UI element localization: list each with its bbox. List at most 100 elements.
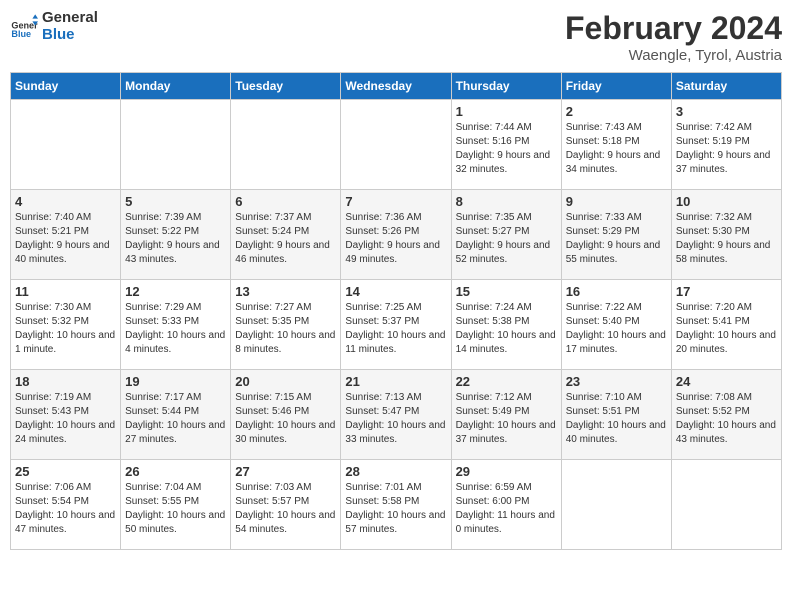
day-number: 4 (15, 194, 116, 209)
day-number: 26 (125, 464, 226, 479)
calendar-week-row: 1 Sunrise: 7:44 AMSunset: 5:16 PMDaylight… (11, 100, 782, 190)
location-title: Waengle, Tyrol, Austria (565, 47, 782, 64)
day-info: Sunrise: 7:43 AMSunset: 5:18 PMDaylight:… (566, 121, 667, 177)
calendar-cell: 26 Sunrise: 7:04 AMSunset: 5:55 PMDayligh… (121, 460, 231, 550)
day-number: 20 (235, 374, 336, 389)
day-number: 11 (15, 284, 116, 299)
day-info: Sunrise: 7:08 AMSunset: 5:52 PMDaylight:… (676, 391, 777, 447)
day-number: 12 (125, 284, 226, 299)
day-number: 2 (566, 104, 667, 119)
day-info: Sunrise: 7:42 AMSunset: 5:19 PMDaylight:… (676, 121, 777, 177)
day-number: 29 (456, 464, 557, 479)
day-number: 24 (676, 374, 777, 389)
calendar-cell (561, 460, 671, 550)
day-info: Sunrise: 7:24 AMSunset: 5:38 PMDaylight:… (456, 301, 557, 357)
logo-icon: General Blue (10, 13, 38, 41)
day-number: 27 (235, 464, 336, 479)
calendar-table: SundayMondayTuesdayWednesdayThursdayFrid… (10, 72, 782, 550)
logo-line1: General (42, 10, 98, 27)
calendar-cell: 29 Sunrise: 6:59 AMSunset: 6:00 PMDayligh… (451, 460, 561, 550)
day-number: 22 (456, 374, 557, 389)
calendar-cell: 28Sunrise: 7:01 AMSunset: 5:58 PMDayligh… (341, 460, 451, 550)
day-info: Sunrise: 7:04 AMSunset: 5:55 PMDaylight:… (125, 481, 226, 537)
day-number: 3 (676, 104, 777, 119)
calendar-cell: 4 Sunrise: 7:40 AMSunset: 5:21 PMDaylight… (11, 190, 121, 280)
day-header: Wednesday (341, 73, 451, 100)
day-number: 16 (566, 284, 667, 299)
calendar-cell: 20 Sunrise: 7:15 AMSunset: 5:46 PMDayligh… (231, 370, 341, 460)
calendar-week-row: 4 Sunrise: 7:40 AMSunset: 5:21 PMDaylight… (11, 190, 782, 280)
day-info: Sunrise: 7:27 AMSunset: 5:35 PMDaylight:… (235, 301, 336, 357)
day-info: Sunrise: 6:59 AMSunset: 6:00 PMDaylight:… (456, 481, 557, 537)
day-info: Sunrise: 7:15 AMSunset: 5:46 PMDaylight:… (235, 391, 336, 447)
calendar-cell: 21 Sunrise: 7:13 AMSunset: 5:47 PMDayligh… (341, 370, 451, 460)
calendar-week-row: 11 Sunrise: 7:30 AMSunset: 5:32 PMDayligh… (11, 280, 782, 370)
calendar-cell: 10 Sunrise: 7:32 AMSunset: 5:30 PMDayligh… (671, 190, 781, 280)
day-number: 6 (235, 194, 336, 209)
day-info: Sunrise: 7:35 AMSunset: 5:27 PMDaylight:… (456, 211, 557, 267)
day-info: Sunrise: 7:44 AMSunset: 5:16 PMDaylight:… (456, 121, 557, 177)
calendar-cell: 8 Sunrise: 7:35 AMSunset: 5:27 PMDaylight… (451, 190, 561, 280)
calendar-cell: 9 Sunrise: 7:33 AMSunset: 5:29 PMDaylight… (561, 190, 671, 280)
day-number: 8 (456, 194, 557, 209)
day-number: 23 (566, 374, 667, 389)
day-header: Saturday (671, 73, 781, 100)
day-header: Monday (121, 73, 231, 100)
calendar-cell (121, 100, 231, 190)
calendar-cell: 22 Sunrise: 7:12 AMSunset: 5:49 PMDayligh… (451, 370, 561, 460)
day-header: Friday (561, 73, 671, 100)
calendar-body: 1 Sunrise: 7:44 AMSunset: 5:16 PMDaylight… (11, 100, 782, 550)
calendar-cell: 5Sunrise: 7:39 AMSunset: 5:22 PMDaylight… (121, 190, 231, 280)
day-info: Sunrise: 7:37 AMSunset: 5:24 PMDaylight:… (235, 211, 336, 267)
day-header: Tuesday (231, 73, 341, 100)
day-info: Sunrise: 7:12 AMSunset: 5:49 PMDaylight:… (456, 391, 557, 447)
calendar-cell: 11 Sunrise: 7:30 AMSunset: 5:32 PMDayligh… (11, 280, 121, 370)
calendar-cell: 1 Sunrise: 7:44 AMSunset: 5:16 PMDaylight… (451, 100, 561, 190)
day-info: Sunrise: 7:19 AMSunset: 5:43 PMDaylight:… (15, 391, 116, 447)
calendar-cell: 19Sunrise: 7:17 AMSunset: 5:44 PMDayligh… (121, 370, 231, 460)
day-number: 19 (125, 374, 226, 389)
calendar-header-row: SundayMondayTuesdayWednesdayThursdayFrid… (11, 73, 782, 100)
calendar-cell: 27Sunrise: 7:03 AMSunset: 5:57 PMDayligh… (231, 460, 341, 550)
calendar-cell: 6 Sunrise: 7:37 AMSunset: 5:24 PMDaylight… (231, 190, 341, 280)
day-number: 5 (125, 194, 226, 209)
day-info: Sunrise: 7:40 AMSunset: 5:21 PMDaylight:… (15, 211, 116, 267)
day-number: 10 (676, 194, 777, 209)
day-info: Sunrise: 7:22 AMSunset: 5:40 PMDaylight:… (566, 301, 667, 357)
day-info: Sunrise: 7:13 AMSunset: 5:47 PMDaylight:… (345, 391, 446, 447)
calendar-cell (341, 100, 451, 190)
day-number: 25 (15, 464, 116, 479)
day-number: 21 (345, 374, 446, 389)
svg-text:Blue: Blue (11, 28, 31, 38)
calendar-week-row: 25 Sunrise: 7:06 AMSunset: 5:54 PMDayligh… (11, 460, 782, 550)
calendar-cell (671, 460, 781, 550)
day-info: Sunrise: 7:30 AMSunset: 5:32 PMDaylight:… (15, 301, 116, 357)
calendar-cell: 17Sunrise: 7:20 AMSunset: 5:41 PMDayligh… (671, 280, 781, 370)
calendar-cell: 24 Sunrise: 7:08 AMSunset: 5:52 PMDayligh… (671, 370, 781, 460)
day-number: 9 (566, 194, 667, 209)
calendar-cell: 13 Sunrise: 7:27 AMSunset: 5:35 PMDayligh… (231, 280, 341, 370)
day-number: 7 (345, 194, 446, 209)
calendar-cell: 23Sunrise: 7:10 AMSunset: 5:51 PMDayligh… (561, 370, 671, 460)
calendar-cell (11, 100, 121, 190)
day-number: 1 (456, 104, 557, 119)
calendar-cell: 7Sunrise: 7:36 AMSunset: 5:26 PMDaylight… (341, 190, 451, 280)
month-title: February 2024 (565, 10, 782, 47)
day-info: Sunrise: 7:32 AMSunset: 5:30 PMDaylight:… (676, 211, 777, 267)
day-number: 15 (456, 284, 557, 299)
day-info: Sunrise: 7:25 AMSunset: 5:37 PMDaylight:… (345, 301, 446, 357)
day-info: Sunrise: 7:33 AMSunset: 5:29 PMDaylight:… (566, 211, 667, 267)
calendar-week-row: 18Sunrise: 7:19 AMSunset: 5:43 PMDayligh… (11, 370, 782, 460)
header: General Blue General Blue February 2024 … (10, 10, 782, 64)
calendar-cell: 15 Sunrise: 7:24 AMSunset: 5:38 PMDayligh… (451, 280, 561, 370)
day-header: Sunday (11, 73, 121, 100)
calendar-cell: 3 Sunrise: 7:42 AMSunset: 5:19 PMDaylight… (671, 100, 781, 190)
day-number: 13 (235, 284, 336, 299)
day-number: 28 (345, 464, 446, 479)
calendar-cell: 18Sunrise: 7:19 AMSunset: 5:43 PMDayligh… (11, 370, 121, 460)
day-number: 14 (345, 284, 446, 299)
day-info: Sunrise: 7:06 AMSunset: 5:54 PMDaylight:… (15, 481, 116, 537)
calendar-cell: 2 Sunrise: 7:43 AMSunset: 5:18 PMDaylight… (561, 100, 671, 190)
calendar-cell: 25 Sunrise: 7:06 AMSunset: 5:54 PMDayligh… (11, 460, 121, 550)
day-header: Thursday (451, 73, 561, 100)
